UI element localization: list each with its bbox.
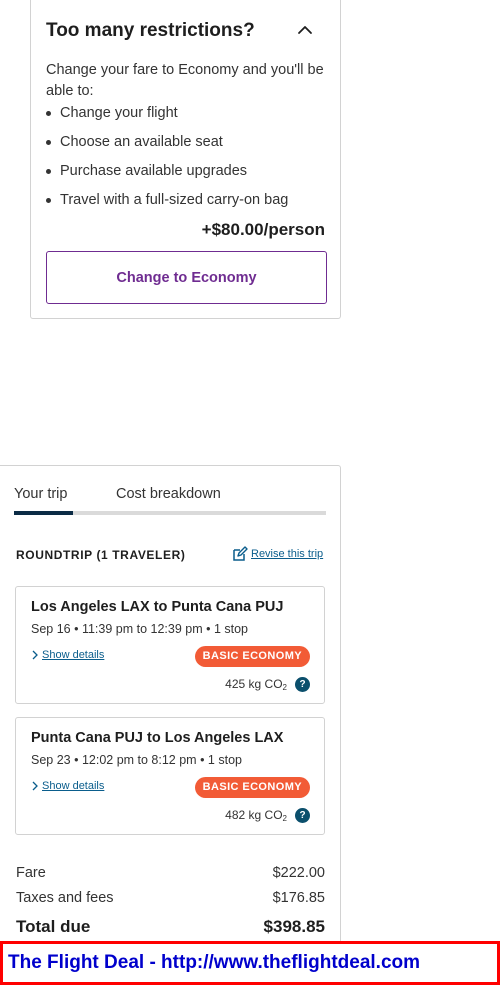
taxes-row: Taxes and fees $176.85 [16,890,325,906]
segment-route: Los Angeles LAX to Punta Cana PUJ [31,599,284,615]
chevron-right-icon [32,650,38,660]
segment-times: Sep 23 • 12:02 pm to 8:12 pm • 1 stop [31,753,242,767]
total-row: Total due $398.85 [16,917,325,937]
flight-segment-card: Los Angeles LAX to Punta Cana PUJ Sep 16… [15,586,325,704]
fare-label: Fare [16,865,46,881]
tab-cost-breakdown[interactable]: Cost breakdown [116,486,221,502]
fare-value: $222.00 [272,865,325,881]
watermark-text: The Flight Deal - http://www.theflightde… [8,952,421,973]
benefit-item: Travel with a full-sized carry-on bag [46,187,288,216]
taxes-value: $176.85 [272,890,325,906]
segment-route: Punta Cana PUJ to Los Angeles LAX [31,730,284,746]
benefit-item: Choose an available seat [46,129,288,158]
fare-upsell-card: Too many restrictions? Change your fare … [30,0,341,319]
total-label: Total due [16,917,91,936]
segment-times: Sep 16 • 11:39 pm to 12:39 pm • 1 stop [31,622,248,636]
summary-tabs: Your trip Cost breakdown [14,486,326,516]
tab-active-indicator [14,511,73,515]
benefits-list: Change your flight Choose an available s… [46,100,288,216]
benefit-item: Change your flight [46,100,288,129]
chevron-right-icon [32,781,38,791]
watermark-banner: The Flight Deal - http://www.theflightde… [0,941,500,985]
show-details-label[interactable]: Show details [42,780,104,792]
revise-trip-label[interactable]: Revise this trip [251,548,323,560]
fare-class-badge: BASIC ECONOMY [194,777,310,798]
upsell-title: Too many restrictions? [46,20,255,41]
help-icon[interactable]: ? [295,808,310,823]
total-value: $398.85 [263,917,325,936]
show-details-link[interactable]: Show details [31,649,104,661]
revise-trip-link[interactable]: Revise this trip [232,546,323,562]
tab-your-trip[interactable]: Your trip [14,486,67,502]
upgrade-price: +$80.00/person [201,220,325,239]
fare-row: Fare $222.00 [16,865,325,881]
co2-value: 482 kg CO2 [225,808,287,823]
chevron-up-icon[interactable] [297,22,313,38]
trip-type-heading: ROUNDTRIP (1 TRAVELER) [16,548,186,562]
flight-segment-card: Punta Cana PUJ to Los Angeles LAX Sep 23… [15,717,325,835]
co2-value: 425 kg CO2 [225,677,287,692]
co2-emissions: 425 kg CO2 ? [225,677,310,692]
trip-summary-card: Your trip Cost breakdown ROUNDTRIP (1 TR… [0,465,341,985]
benefit-item: Purchase available upgrades [46,158,288,187]
show-details-label[interactable]: Show details [42,649,104,661]
co2-emissions: 482 kg CO2 ? [225,808,310,823]
change-to-economy-button[interactable]: Change to Economy [46,251,327,304]
taxes-label: Taxes and fees [16,890,114,906]
upsell-intro-text: Change your fare to Economy and you'll b… [46,62,324,99]
fare-class-badge: BASIC ECONOMY [194,646,310,667]
edit-icon [233,546,248,561]
show-details-link[interactable]: Show details [31,780,104,792]
help-icon[interactable]: ? [295,677,310,692]
